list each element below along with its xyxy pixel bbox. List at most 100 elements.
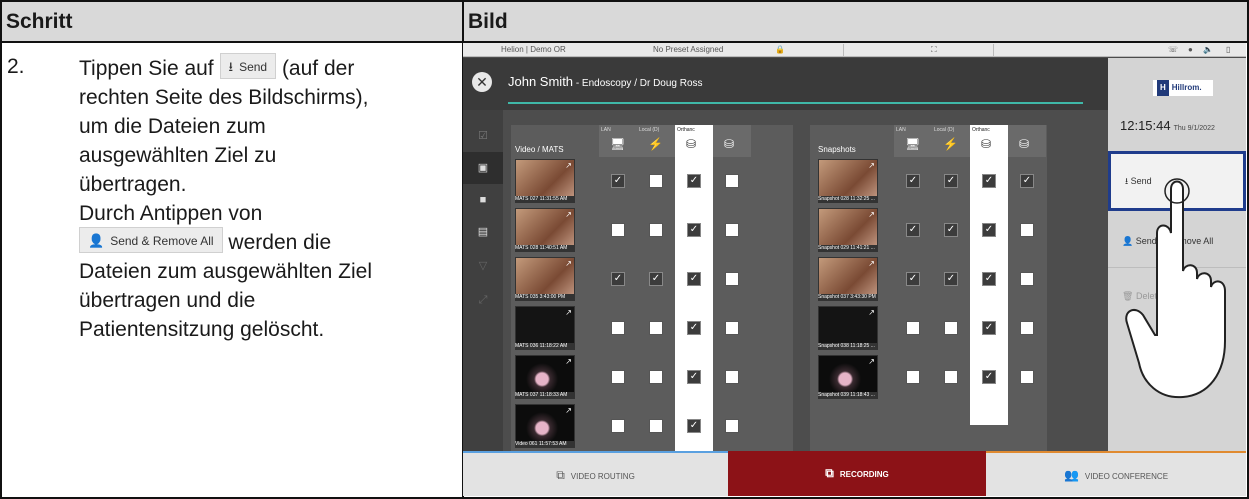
media-caption: MATS 027 11:31:55 AM: [515, 196, 575, 203]
inline-send-button: ⭳ Send: [219, 53, 277, 80]
topbar-divider-1: [843, 44, 844, 56]
tab-recording[interactable]: ⧉ RECORDING: [728, 451, 986, 496]
step-text-9: übertragen und die: [79, 289, 256, 312]
expand-icon[interactable]: ↗: [868, 308, 875, 317]
destination-checkbox[interactable]: ✓: [906, 223, 920, 237]
destination-checkbox[interactable]: ✓: [982, 272, 996, 286]
recording-icon: ⧉: [825, 466, 834, 480]
destination-checkbox[interactable]: [649, 370, 663, 384]
video-panel: Video / MATS LAN 🖥 Local (D) ⚡ Orthanc ⛁ ⛁ …: [511, 125, 793, 451]
pacs-icon: ⛁: [981, 137, 992, 151]
step-text-2: rechten Seite des Bildschirms),: [79, 86, 369, 109]
tab-video-conference[interactable]: 👥 VIDEO CONFERENCE: [986, 451, 1246, 496]
destination-checkbox[interactable]: ✓: [687, 370, 701, 384]
destination-checkbox[interactable]: [611, 223, 625, 237]
destination-checkbox[interactable]: [649, 419, 663, 433]
destination-checkbox[interactable]: ✓: [611, 272, 625, 286]
snapshot-panel-title: Snapshots: [818, 145, 856, 154]
phone-icon[interactable]: ☏: [1168, 45, 1178, 54]
destination-checkbox[interactable]: ✓: [649, 272, 663, 286]
destination-checkbox[interactable]: ✓: [687, 272, 701, 286]
destination-checkbox[interactable]: [725, 174, 739, 188]
destination-checkbox[interactable]: ✓: [906, 174, 920, 188]
destination-checkbox[interactable]: [944, 321, 958, 335]
destination-checkbox[interactable]: ✓: [982, 223, 996, 237]
destination-checkbox[interactable]: [906, 370, 920, 384]
media-caption: Snapshot 029 11:41:21 ...: [818, 245, 878, 252]
expand-icon[interactable]: ↗: [565, 357, 572, 366]
expand-icon[interactable]: ↗: [565, 308, 572, 317]
destination-checkbox[interactable]: [725, 370, 739, 384]
expand-icon[interactable]: ↗: [565, 161, 572, 170]
pacs2-icon: ⛁: [724, 137, 735, 151]
hillrom-logo: H Hillrom.: [1153, 80, 1213, 96]
destination-checkbox[interactable]: [1020, 370, 1034, 384]
destination-checkbox[interactable]: ✓: [944, 174, 958, 188]
destination-checkbox[interactable]: ✓: [944, 223, 958, 237]
expand-icon[interactable]: ↗: [868, 259, 875, 268]
destination-checkbox[interactable]: [611, 321, 625, 335]
destination-checkbox[interactable]: [649, 174, 663, 188]
destination-checkbox[interactable]: [725, 272, 739, 286]
destination-checkbox[interactable]: ✓: [982, 370, 996, 384]
destination-checkbox[interactable]: [1020, 321, 1034, 335]
destination-checkbox[interactable]: [906, 321, 920, 335]
destination-checkbox[interactable]: [649, 223, 663, 237]
destination-checkbox[interactable]: ✓: [944, 272, 958, 286]
tab-video-routing[interactable]: ⧉ VIDEO ROUTING: [463, 451, 728, 496]
destination-checkbox[interactable]: [725, 419, 739, 433]
destination-checkbox[interactable]: [725, 223, 739, 237]
destination-checkbox[interactable]: ✓: [687, 321, 701, 335]
destination-checkbox[interactable]: ✓: [611, 174, 625, 188]
logo-text: Hillrom.: [1171, 83, 1202, 92]
record-dot-icon: ●: [1188, 45, 1193, 54]
destination-checkbox[interactable]: [649, 321, 663, 335]
expand-icon[interactable]: ↗: [565, 259, 572, 268]
destination-checkbox[interactable]: ✓: [982, 174, 996, 188]
pointing-hand-icon: [1125, 178, 1226, 399]
destination-checkbox[interactable]: ✓: [687, 419, 701, 433]
col-lan: LAN 🖥: [599, 125, 637, 157]
destination-checkbox[interactable]: [611, 419, 625, 433]
status-bar: Helion | Demo OR No Preset Assigned 🔒 ⛶ …: [463, 43, 1246, 57]
conference-icon: 👥: [1063, 468, 1079, 482]
tab-recording-label: RECORDING: [839, 470, 889, 479]
destination-checkbox[interactable]: [1020, 223, 1034, 237]
usb-icon: ⚡: [648, 137, 663, 151]
expand-icon[interactable]: ↗: [868, 357, 875, 366]
media-caption: Snapshot 038 11:18:25 ...: [818, 343, 878, 350]
orthanc-column-bg: [675, 157, 713, 451]
destination-checkbox[interactable]: [725, 321, 739, 335]
destination-checkbox[interactable]: ✓: [906, 272, 920, 286]
destination-checkbox[interactable]: ✓: [687, 174, 701, 188]
share-icon[interactable]: ⤢: [463, 284, 503, 316]
checklist-icon[interactable]: ☑: [463, 120, 503, 152]
playback-icon[interactable]: ▤: [463, 216, 503, 248]
destination-checkbox[interactable]: ✓: [982, 321, 996, 335]
media-sidebar: ☑ ▣ ■ ▤ ▽ ⤢: [463, 110, 503, 451]
expand-icon[interactable]: ↗: [868, 161, 875, 170]
snap-col-orthanc-label: Orthanc: [972, 127, 990, 133]
expand-icon[interactable]: ↗: [565, 406, 572, 415]
lock-icon[interactable]: 🔒: [775, 45, 785, 54]
speaker-icon[interactable]: 🔈: [1203, 45, 1213, 54]
step-text-6: Durch Antippen von: [79, 202, 263, 225]
clock-time: 12:15:44: [1120, 118, 1171, 133]
expand-icon[interactable]: ↗: [868, 210, 875, 219]
snap-col-lan-label: LAN: [896, 127, 906, 133]
video-icon[interactable]: ■: [463, 184, 503, 216]
gallery-icon[interactable]: ▣: [463, 152, 503, 184]
media-caption: MATS 035 3:43:00 PM: [515, 294, 575, 301]
destination-checkbox[interactable]: ✓: [687, 223, 701, 237]
monitor-icon: 🖥: [905, 137, 921, 151]
bottom-nav: ⧉ VIDEO ROUTING ⧉ RECORDING 👥 VIDEO CONFERE…: [463, 451, 1246, 496]
destination-checkbox[interactable]: [1020, 272, 1034, 286]
close-icon[interactable]: ✕: [472, 72, 492, 92]
expand-icon[interactable]: ↗: [565, 210, 572, 219]
network-icon[interactable]: ⛶: [931, 45, 937, 55]
destination-checkbox[interactable]: [944, 370, 958, 384]
filter-icon[interactable]: ▽: [463, 250, 503, 282]
snap-orthanc-column-bg: [970, 157, 1008, 425]
destination-checkbox[interactable]: ✓: [1020, 174, 1034, 188]
destination-checkbox[interactable]: [611, 370, 625, 384]
